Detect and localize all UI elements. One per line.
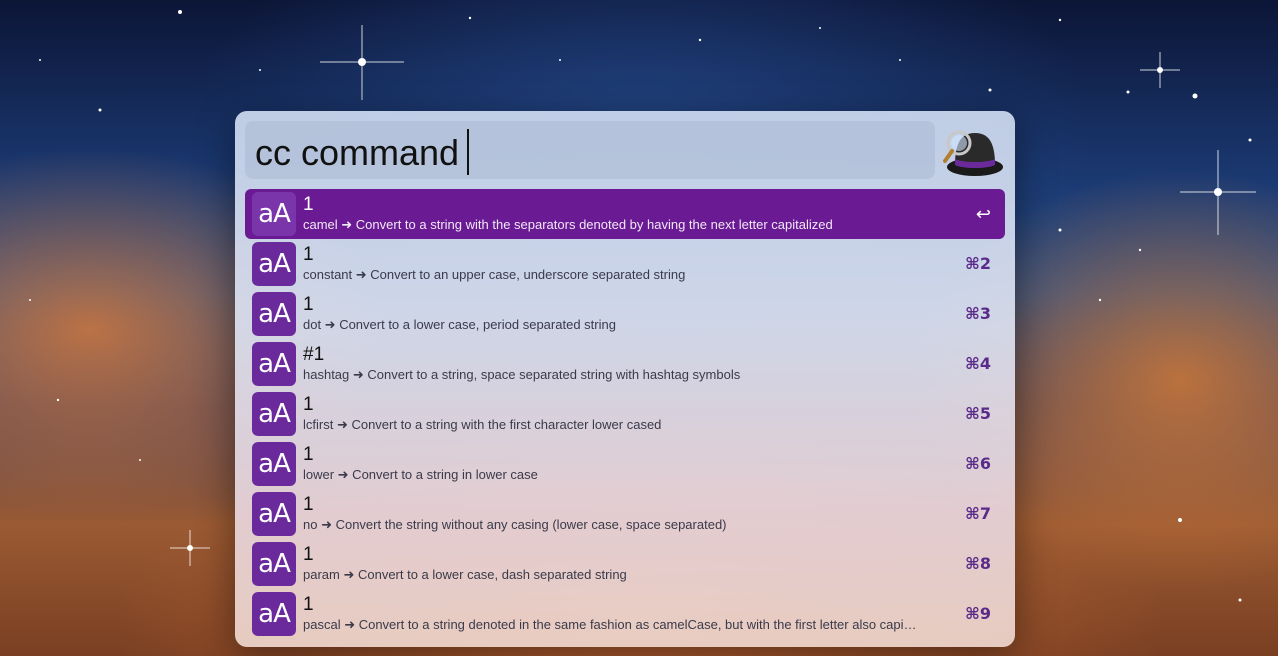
result-row[interactable]: aA #1 hashtag ➜ Convert to a string, space… bbox=[245, 339, 1005, 389]
launcher-window: cc command aA 1 camel ➜ Convert to a strin… bbox=[235, 111, 1015, 647]
case-convert-icon: aA bbox=[252, 292, 296, 336]
case-convert-icon: aA bbox=[252, 542, 296, 586]
result-shortcut: ⌘5 bbox=[965, 404, 991, 423]
result-shortcut: ⌘3 bbox=[965, 304, 991, 323]
case-convert-icon: aA bbox=[252, 342, 296, 386]
result-title: 1 bbox=[303, 394, 314, 415]
result-subtitle: hashtag ➜ Convert to a string, space sep… bbox=[303, 367, 741, 382]
result-subtitle: no ➜ Convert the string without any casi… bbox=[303, 517, 727, 532]
result-row[interactable]: aA 1 dot ➜ Convert to a lower case, period… bbox=[245, 289, 1005, 339]
result-subtitle: pascal ➜ Convert to a string denoted in … bbox=[303, 617, 917, 632]
result-shortcut: ⌘7 bbox=[965, 504, 991, 523]
result-row[interactable]: aA 1 lower ➜ Convert to a string in lower … bbox=[245, 439, 1005, 489]
case-convert-icon: aA bbox=[252, 192, 296, 236]
result-subtitle: constant ➜ Convert to an upper case, und… bbox=[303, 267, 686, 282]
result-shortcut: ↩ bbox=[975, 204, 991, 225]
case-convert-icon: aA bbox=[252, 592, 296, 636]
text-caret bbox=[467, 129, 470, 175]
search-field[interactable]: cc command bbox=[245, 121, 935, 179]
alfred-hat-icon[interactable] bbox=[943, 123, 1005, 179]
result-title: 1 bbox=[303, 244, 314, 265]
result-shortcut: ⌘6 bbox=[965, 454, 991, 473]
result-subtitle: param ➜ Convert to a lower case, dash se… bbox=[303, 567, 627, 582]
result-title: 1 bbox=[303, 494, 314, 515]
result-row[interactable]: aA 1 no ➜ Convert the string without any c… bbox=[245, 489, 1005, 539]
result-title: 1 bbox=[303, 444, 314, 465]
result-shortcut: ⌘9 bbox=[965, 604, 991, 623]
case-convert-icon: aA bbox=[252, 392, 296, 436]
result-title: 1 bbox=[303, 294, 314, 315]
result-title: #1 bbox=[303, 344, 325, 365]
result-subtitle: dot ➜ Convert to a lower case, period se… bbox=[303, 317, 616, 332]
result-title: 1 bbox=[303, 194, 314, 215]
result-row[interactable]: aA 1 pascal ➜ Convert to a string denoted … bbox=[245, 589, 1005, 639]
case-convert-icon: aA bbox=[252, 442, 296, 486]
search-input[interactable]: cc command bbox=[255, 129, 470, 175]
result-subtitle: lcfirst ➜ Convert to a string with the f… bbox=[303, 417, 662, 432]
result-subtitle: camel ➜ Convert to a string with the sep… bbox=[303, 217, 833, 232]
result-subtitle: lower ➜ Convert to a string in lower cas… bbox=[303, 467, 538, 482]
results-list: aA 1 camel ➜ Convert to a string with the … bbox=[245, 189, 1005, 639]
result-row[interactable]: aA 1 constant ➜ Convert to an upper case, … bbox=[245, 239, 1005, 289]
result-row[interactable]: aA 1 param ➜ Convert to a lower case, dash… bbox=[245, 539, 1005, 589]
case-convert-icon: aA bbox=[252, 492, 296, 536]
result-row[interactable]: aA 1 camel ➜ Convert to a string with the … bbox=[245, 189, 1005, 239]
result-title: 1 bbox=[303, 544, 314, 565]
result-shortcut: ⌘4 bbox=[965, 354, 991, 373]
result-title: 1 bbox=[303, 594, 314, 615]
result-shortcut: ⌘2 bbox=[965, 254, 991, 273]
result-shortcut: ⌘8 bbox=[965, 554, 991, 573]
case-convert-icon: aA bbox=[252, 242, 296, 286]
result-row[interactable]: aA 1 lcfirst ➜ Convert to a string with th… bbox=[245, 389, 1005, 439]
search-query: cc command bbox=[255, 132, 460, 173]
